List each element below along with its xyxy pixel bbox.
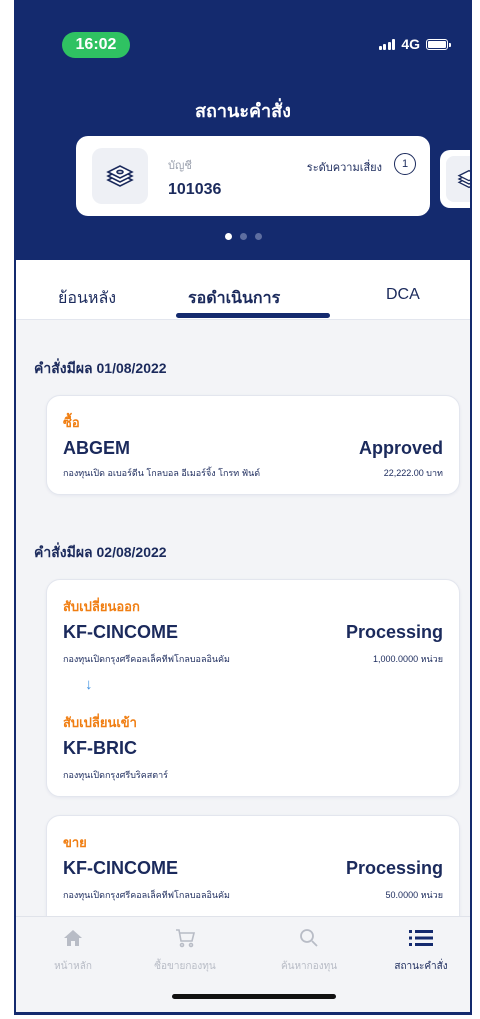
order-status: Processing bbox=[345, 858, 443, 878]
home-icon bbox=[18, 927, 128, 949]
tab-active-indicator bbox=[176, 313, 330, 318]
fund-name: กองทุนเปิด อเบอร์ดีน โกลบอล อีเมอร์จิ้ง … bbox=[63, 468, 261, 478]
money-stack-icon bbox=[92, 148, 148, 204]
tab-history[interactable]: ย้อนหลัง bbox=[58, 286, 116, 311]
order-status: Approved bbox=[358, 438, 443, 458]
nav-label: หน้าหลัก bbox=[54, 961, 92, 972]
nav-label: ซื้อขายกองทุน bbox=[154, 961, 216, 972]
section-heading: คำสั่งมีผล 01/08/2022 bbox=[34, 360, 167, 376]
nav-search[interactable]: ค้นหากองทุน bbox=[254, 927, 364, 974]
risk-level-label: ระดับความเสี่ยง bbox=[306, 162, 382, 174]
account-number: 101036 bbox=[168, 181, 222, 198]
next-account-card[interactable] bbox=[440, 150, 470, 208]
order-type: สับเปลี่ยนเข้า bbox=[63, 715, 137, 730]
carousel-indicator bbox=[16, 233, 470, 240]
signal-icon bbox=[378, 38, 396, 50]
order-amount: 22,222.00 บาท bbox=[383, 468, 443, 478]
fund-code: KF-CINCOME bbox=[63, 622, 178, 642]
tab-pending[interactable]: รอดำเนินการ bbox=[188, 286, 280, 311]
carousel-dot[interactable] bbox=[239, 233, 247, 240]
page-title: สถานะคำสั่ง bbox=[195, 101, 291, 121]
tab-dca[interactable]: DCA bbox=[386, 286, 420, 304]
money-stack-icon bbox=[446, 156, 470, 202]
cart-icon bbox=[130, 927, 240, 949]
fund-code: KF-CINCOME bbox=[63, 858, 178, 878]
carousel-dot-active[interactable] bbox=[224, 233, 232, 240]
nav-label: ค้นหากองทุน bbox=[280, 961, 338, 972]
order-amount: 50.0000 หน่วย bbox=[385, 890, 443, 900]
order-status: Processing bbox=[345, 622, 443, 642]
search-icon bbox=[254, 927, 364, 949]
bottom-nav: หน้าหลัก ซื้อขายกองทุน ค้นหากองทุน สถานะ… bbox=[16, 916, 470, 1012]
order-type: สับเปลี่ยนออก bbox=[63, 599, 140, 614]
battery-icon bbox=[426, 38, 451, 50]
order-amount: 1,000.0000 หน่วย bbox=[373, 654, 443, 664]
fund-name: กองทุนเปิดกรุงศรีคอลเล็คทีฟโกลบอลอินคัม bbox=[63, 654, 230, 664]
order-type: ขาย bbox=[63, 835, 87, 850]
risk-level-badge[interactable]: 1 bbox=[394, 153, 416, 175]
phone-screen: 16:02 4G สถานะคำสั่ง บัญชี 101036 ระดับค… bbox=[14, 0, 472, 1015]
nav-label: สถานะคำสั่ง bbox=[394, 961, 448, 972]
status-time: 16:02 bbox=[62, 32, 130, 58]
order-card[interactable]: ซื้อ ABGEM กองทุนเปิด อเบอร์ดีน โกลบอล อ… bbox=[46, 395, 460, 495]
fund-code: KF-BRIC bbox=[63, 738, 137, 758]
fund-code: ABGEM bbox=[63, 438, 130, 458]
tab-bar: ย้อนหลัง รอดำเนินการ DCA bbox=[16, 260, 470, 320]
nav-home[interactable]: หน้าหลัก bbox=[18, 927, 128, 974]
account-label: บัญชี bbox=[168, 160, 192, 172]
section-heading: คำสั่งมีผล 02/08/2022 bbox=[34, 544, 167, 560]
account-card[interactable]: บัญชี 101036 ระดับความเสี่ยง 1 bbox=[76, 136, 430, 216]
header: 16:02 4G สถานะคำสั่ง บัญชี 101036 ระดับค… bbox=[16, 0, 470, 260]
arrow-down-icon: ↓ bbox=[85, 676, 93, 693]
nav-trade[interactable]: ซื้อขายกองทุน bbox=[130, 927, 240, 974]
order-type: ซื้อ bbox=[63, 415, 80, 430]
order-card[interactable]: สับเปลี่ยนออก KF-CINCOME กองทุนเปิดกรุงศ… bbox=[46, 579, 460, 797]
network-label: 4G bbox=[401, 36, 420, 52]
home-indicator bbox=[172, 994, 336, 999]
fund-name: กองทุนเปิดกรุงศรีคอลเล็คทีฟโกลบอลอินคัม bbox=[63, 890, 230, 900]
nav-order-status[interactable]: สถานะคำสั่ง bbox=[366, 927, 470, 974]
status-indicators: 4G bbox=[378, 36, 451, 52]
fund-name: กองทุนเปิดกรุงศรีบริคสตาร์ bbox=[63, 770, 168, 780]
carousel-dot[interactable] bbox=[254, 233, 262, 240]
list-icon bbox=[366, 927, 470, 949]
